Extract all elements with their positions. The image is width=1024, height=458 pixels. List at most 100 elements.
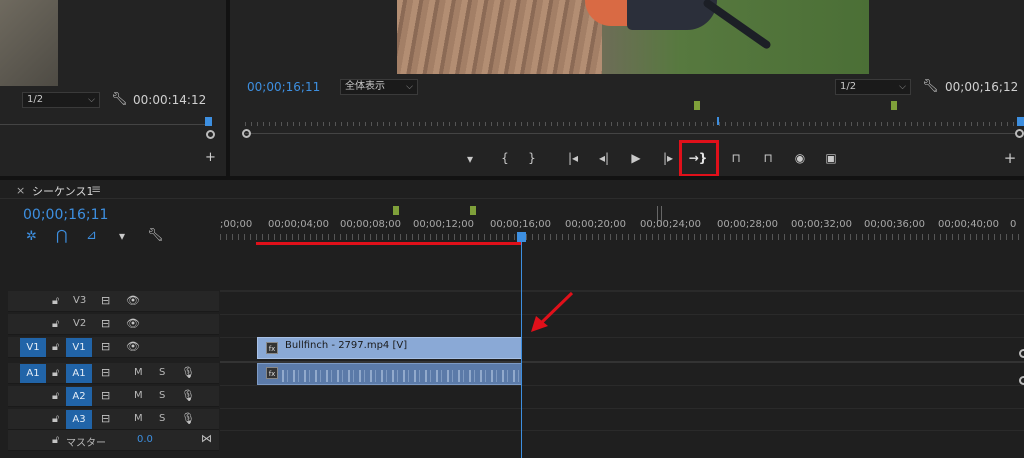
solo-button[interactable]: S [159,413,165,424]
sequence-tab[interactable]: シーケンス1 [32,183,93,199]
track-header-a2[interactable]: 🔓︎ A2 ⊟ M S 🎙︎ [8,386,219,407]
track-header-v1[interactable]: V1 🔓︎ V1 ⊟ 👁︎ [8,337,219,358]
play-button[interactable]: ▶ [626,149,646,167]
microphone-icon[interactable]: 🎙︎ [181,412,195,425]
lock-icon[interactable]: 🔓︎ [52,317,59,331]
sync-lock-icon[interactable]: ⊟ [101,317,110,330]
track-lane-divider [220,408,1024,409]
sequence-timecode[interactable]: 00;00;16;11 [23,207,108,223]
video-clip[interactable]: fx Bullfinch - 2797.mp4 [V] [257,337,522,359]
mute-button[interactable]: M [134,413,143,424]
track-header-a1[interactable]: A1 🔓︎ A1 ⊟ M S 🎙︎ [8,363,219,384]
snap-icon[interactable]: ⋂ [56,228,67,244]
program-end-marker[interactable] [1017,117,1024,126]
add-marker-icon[interactable]: ▾ [119,229,125,243]
eye-icon[interactable]: 👁︎ [126,317,140,330]
sync-lock-icon[interactable]: ⊟ [101,366,110,379]
zoom-handle-left[interactable] [242,129,251,138]
master-label: マスター [66,438,106,449]
program-monitor: 00;00;16;11 全体表示 ⌵ 1/2 ⌵ 🔧︎ 00;00;16;12 ▾ … [230,0,1024,177]
target-v1[interactable]: V1 [66,338,92,357]
tree-stump [397,0,602,74]
ruler-label: 00;00;24;00 [640,219,702,230]
target-a3[interactable]: A3 [66,410,92,429]
lock-icon[interactable]: 🔓︎ [52,340,59,354]
lock-icon[interactable]: 🔓︎ [52,294,59,308]
marker-icon[interactable] [694,101,700,110]
target-a1[interactable]: A1 [66,364,92,383]
track-name: V3 [73,295,87,306]
go-to-in-button[interactable]: |◂ [563,149,583,167]
ruler-label: 00;00;16;00 [490,219,552,230]
track-area-top [220,247,1024,291]
eye-icon[interactable]: 👁︎ [126,340,140,353]
source-zoom-dropdown[interactable]: 1/2 ⌵ [22,92,100,108]
wrench-icon[interactable]: 🔧︎ [147,228,164,243]
solo-button[interactable]: S [159,390,165,401]
ruler-ticks [220,234,1024,240]
zoom-handle-right[interactable] [1015,129,1024,138]
timeline-playhead-head[interactable] [517,232,526,242]
sync-lock-icon[interactable]: ⊟ [101,340,110,353]
program-playhead[interactable] [717,117,719,125]
lift-button[interactable]: ⊓ [726,149,746,167]
track-lane-divider [220,314,1024,315]
lock-icon[interactable]: 🔓︎ [52,389,59,403]
highlight-box [679,140,719,177]
master-volume[interactable]: 0.0 [137,434,153,445]
track-header-a3[interactable]: 🔓︎ A3 ⊟ M S 🎙︎ [8,409,219,430]
wrench-icon[interactable]: 🔧︎ [111,92,128,107]
mute-button[interactable]: M [134,367,143,378]
timeline-playhead-line[interactable] [521,242,522,458]
time-ruler[interactable]: ;00;00 00;00;04;00 00;00;08;00 00;00;12;00 0… [220,200,1024,246]
extract-button[interactable]: ⊓ [758,149,778,167]
marker-icon[interactable] [393,206,399,215]
marker-icon[interactable] [891,101,897,110]
fit-dropdown[interactable]: 全体表示 ⌵ [340,79,418,95]
expand-icon[interactable]: ⋈ [201,432,212,445]
target-a2[interactable]: A2 [66,387,92,406]
audio-clip[interactable]: fx [257,363,522,385]
mark-in-button[interactable]: { [495,149,515,167]
microphone-icon[interactable]: 🎙︎ [181,366,195,379]
comparison-view-button[interactable]: ▣ [821,149,841,167]
program-current-timecode[interactable]: 00;00;16;11 [247,80,320,94]
add-marker-button[interactable]: ▾ [460,150,480,168]
step-back-button[interactable]: ◂| [594,149,614,167]
ruler-label: 00;00;40;00 [938,219,1000,230]
button-editor-button[interactable]: + [1000,149,1020,167]
lock-icon[interactable]: 🔓︎ [52,433,59,447]
camera-icon[interactable]: ◉ [790,149,810,167]
panel-menu-icon[interactable]: ≡ [91,182,101,196]
lock-icon[interactable]: 🔓︎ [52,412,59,426]
mark-out-button[interactable]: } [522,149,542,167]
ruler-label: 00;00;08;00 [340,219,402,230]
sync-lock-icon[interactable]: ⊟ [101,412,110,425]
nest-icon[interactable]: ✲ [26,229,37,244]
source-add-button[interactable]: + [205,150,216,165]
source-scrub-bar[interactable] [0,124,212,125]
sync-lock-icon[interactable]: ⊟ [101,294,110,307]
linked-selection-icon[interactable]: ⊿ [86,228,97,243]
wrench-icon[interactable]: 🔧︎ [922,79,939,94]
sync-lock-icon[interactable]: ⊟ [101,389,110,402]
source-playhead[interactable] [205,117,212,126]
source-scroll-handle[interactable] [206,130,215,139]
solo-button[interactable]: S [159,367,165,378]
track-header-v2[interactable]: 🔓︎ V2 ⊟ 👁︎ [8,314,219,335]
ruler-label: ;00;00 [220,219,253,230]
mute-button[interactable]: M [134,390,143,401]
step-forward-button[interactable]: |▸ [658,149,678,167]
source-patch-a1[interactable]: A1 [20,364,46,383]
lock-icon[interactable]: 🔓︎ [52,366,59,380]
zoom-handle-right[interactable] [1019,376,1024,385]
microphone-icon[interactable]: 🎙︎ [181,389,195,402]
track-header-v3[interactable]: 🔓︎ V3 ⊟ 👁︎ [8,291,219,312]
program-scrub-bar[interactable] [245,133,1015,134]
marker-icon[interactable] [470,206,476,215]
zoom-handle-right[interactable] [1019,349,1024,358]
source-patch-v1[interactable]: V1 [20,338,46,357]
program-zoom-dropdown[interactable]: 1/2 ⌵ [835,79,911,95]
close-icon[interactable]: × [16,184,25,197]
eye-icon[interactable]: 👁︎ [126,294,140,307]
